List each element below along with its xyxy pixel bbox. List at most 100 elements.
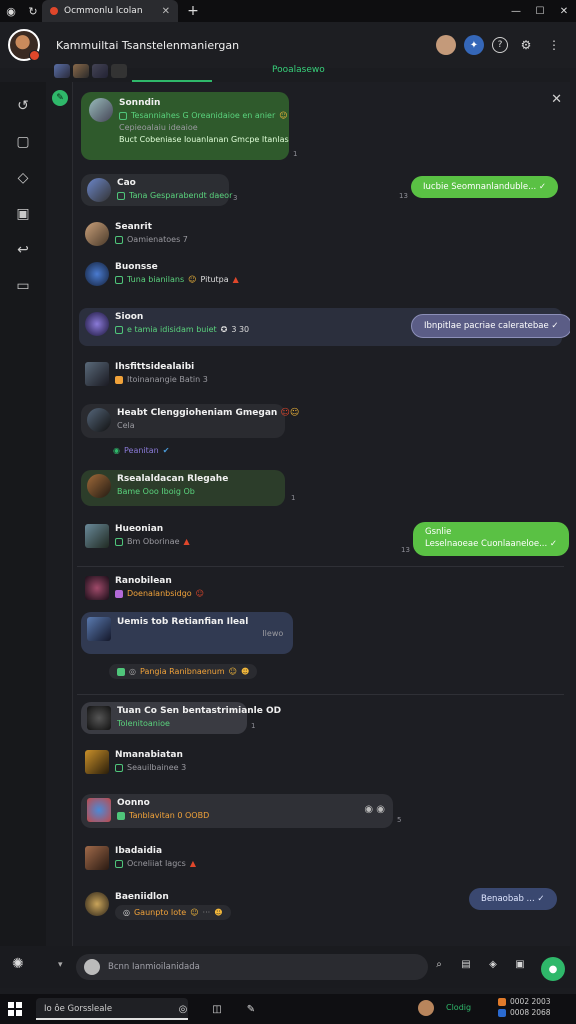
reaction-icon: ◎ — [129, 667, 136, 676]
emoji-icon: ☻ — [214, 908, 223, 917]
sender-name: Ibadaidia — [115, 846, 163, 856]
message-text: Peanitan — [123, 446, 159, 455]
start-icon[interactable] — [8, 1002, 22, 1016]
maximize-button[interactable]: ☐ — [528, 0, 552, 22]
tray-status-label: Clodig — [446, 1003, 472, 1012]
message-input-placeholder: Bcnn Ianmioilanidada — [108, 962, 200, 972]
list-item[interactable]: Ranobilean Doenalanbsidgo ☺ — [85, 576, 204, 600]
avatar — [87, 706, 111, 730]
list-item[interactable]: Rsealaldacan Rlegahe Bame Ooo Iboig Ob 1 — [81, 470, 295, 506]
message-input[interactable]: Bcnn Ianmioilanidada — [76, 954, 428, 980]
list-item[interactable]: Sioon e tamia idisidam buiet ✪ 3 30 — [85, 312, 249, 336]
browser-history-icon[interactable]: ↻ — [22, 0, 44, 22]
participant-avatar[interactable] — [436, 35, 456, 55]
message-text: Pangia Ranibnaenum — [139, 667, 225, 676]
browser-tab-strip: ◉ ↻ Ocmmonlu lcolan ✕ + — ☐ ✕ — [0, 0, 576, 22]
list-item[interactable]: Nmanabiatan Seauilbainee 3 — [85, 750, 186, 774]
camera-icon[interactable]: ◈ — [486, 957, 500, 971]
message-text: Tesanniahes G Oreanidaioe en anier — [131, 111, 276, 120]
list-item[interactable]: Tuan Co Sen bentastrimianle OD Tolenitoa… — [81, 702, 281, 734]
list-item[interactable]: Buonsse Tuna bianilans ☺ Pitutpa ▲ — [85, 262, 239, 286]
image-icon[interactable]: ▣ — [513, 957, 527, 971]
list-item[interactable]: Hueonian Bm Oborinae ▲ — [85, 524, 190, 548]
chat-app-icon[interactable]: ✎ — [244, 1002, 258, 1016]
new-tab-button[interactable]: + — [184, 0, 202, 22]
thread-avatar[interactable] — [54, 64, 70, 78]
more-icon[interactable]: ⋮ — [544, 35, 564, 55]
compose-badge-icon[interactable]: ✎ — [52, 90, 68, 106]
close-window-button[interactable]: ✕ — [552, 0, 576, 22]
sender-name: Sioon — [115, 312, 144, 322]
taskbar-search[interactable]: Io ôe Gorssleale — [36, 998, 188, 1020]
message-text: Leselnaoeae Cuonlaaneloe... — [425, 538, 548, 549]
avatar — [85, 362, 109, 386]
thread-avatar[interactable] — [73, 64, 89, 78]
sender-name: Ihsfittsidealaibi — [115, 362, 195, 372]
widgets-icon[interactable]: ◫ — [210, 1002, 224, 1016]
caption-icon[interactable]: ▭ — [0, 268, 46, 304]
reaction-row[interactable]: ◉ Peanitan ✔ — [113, 446, 169, 455]
expand-icon[interactable]: ▾ — [58, 960, 63, 970]
status-icon — [115, 235, 123, 244]
sender-name: Rsealaldacan Rlegahe — [117, 474, 229, 484]
tray-avatar[interactable] — [418, 1000, 434, 1016]
clock-line: 0008 2068 — [510, 1008, 551, 1017]
sender-name: Ranobilean — [115, 576, 172, 586]
composer-bar: ✺ ▾ Bcnn Ianmioilanidada ⌕ ▤ ◈ ▣ — [0, 946, 576, 988]
avatar — [85, 524, 109, 548]
outgoing-message[interactable]: Gsnlie Leselnaoeae Cuonlaaneloe... ✓ — [413, 522, 570, 556]
help-icon[interactable]: ? — [492, 37, 508, 53]
list-item[interactable]: Seanrit Oamienatoes 7 — [85, 222, 188, 246]
tag-icon[interactable]: ◇ — [0, 160, 46, 196]
group-avatar[interactable]: ✦ — [464, 35, 484, 55]
avatar — [87, 178, 111, 202]
list-item[interactable]: Sonndin Tesanniahes G Oreanidaioe en ani… — [81, 92, 297, 160]
message-text: Ibnpitlae pacriae caleratebae — [424, 321, 549, 331]
close-icon[interactable]: ✕ — [551, 92, 562, 107]
timestamp: 1 — [293, 150, 298, 158]
tab-favicon-icon — [50, 7, 58, 15]
chat-icon[interactable]: ▢ — [0, 124, 46, 160]
minimize-button[interactable]: — — [504, 0, 528, 22]
active-thread-label[interactable]: Pooalasewo — [272, 65, 325, 75]
sync-icon[interactable]: ↺ — [0, 88, 46, 124]
search-icon[interactable]: ⌕ — [432, 957, 446, 971]
message-text: Ocneliiat Iagcs — [127, 859, 186, 868]
tray-clock[interactable]: 0002 2003 0008 2068 — [498, 997, 551, 1017]
thread-avatar[interactable] — [111, 64, 127, 78]
browser-tab[interactable]: Ocmmonlu lcolan ✕ — [42, 0, 178, 22]
outgoing-message[interactable]: Benaobab ... ✓ — [469, 888, 557, 910]
sender-name: Baeniidlon — [115, 892, 169, 902]
settings-icon[interactable]: ⚙ — [516, 35, 536, 55]
status-icon — [117, 811, 125, 820]
reaction-icon[interactable]: ◉ ◉ — [364, 804, 385, 815]
browser-menu-icon[interactable]: ◉ — [0, 0, 22, 22]
sender-name: Oonno — [117, 798, 150, 808]
list-item[interactable]: Heabt Clenggioheniam Gmegan ☺☺ Cela — [81, 404, 299, 438]
taskbar-search-text: Io ôe Gorssleale — [44, 1004, 113, 1014]
share-icon[interactable]: ↩ — [0, 232, 46, 268]
list-item[interactable]: Baeniidlon ◎ Gaunpto Iote ☺ ··· ☻ — [85, 892, 231, 920]
outgoing-message[interactable]: Iucbie Seomnanlanduble... ✓ — [411, 176, 559, 198]
window-controls: — ☐ ✕ — [504, 0, 576, 22]
list-item[interactable]: Ibadaidia Ocneliiat Iagcs ▲ — [85, 846, 196, 870]
image-icon[interactable]: ▣ — [0, 196, 46, 232]
attach-icon[interactable]: ▤ — [459, 957, 473, 971]
task-view-icon[interactable]: ◎ — [176, 1002, 190, 1016]
sender-name: Nmanabiatan — [115, 750, 183, 760]
list-item[interactable]: Ihsfittsidealaibi Itoinanangie Batin 3 — [85, 362, 208, 386]
list-item[interactable]: Cao Tana Gesparabendt daeor 3 — [81, 174, 237, 206]
reaction-row[interactable]: ◎ Pangia Ranibnaenum ☺ ☻ — [109, 664, 258, 679]
outgoing-message[interactable]: Ibnpitlae pacriae caleratebae ✓ — [411, 314, 570, 338]
sender-name: Uemis tob Retianfian Ileal — [117, 617, 249, 627]
thread-avatar[interactable] — [92, 64, 108, 78]
status-icon — [115, 859, 123, 868]
sticker-icon[interactable]: ✺ — [12, 956, 24, 972]
microphone-button[interactable]: ● — [541, 957, 565, 981]
tab-close-icon[interactable]: ✕ — [162, 6, 170, 17]
list-item[interactable]: Oonno Tanblavitan 0 OOBD ◉ ◉ 5 — [81, 794, 401, 828]
profile-avatar[interactable] — [8, 29, 40, 61]
conversation-title: Kammuiltai Tsanstelenmaniergan — [56, 38, 240, 52]
list-item[interactable]: Uemis tob Retianfian Ileal Ilewo — [81, 612, 293, 654]
emoji-icon: ▲ — [183, 537, 190, 546]
